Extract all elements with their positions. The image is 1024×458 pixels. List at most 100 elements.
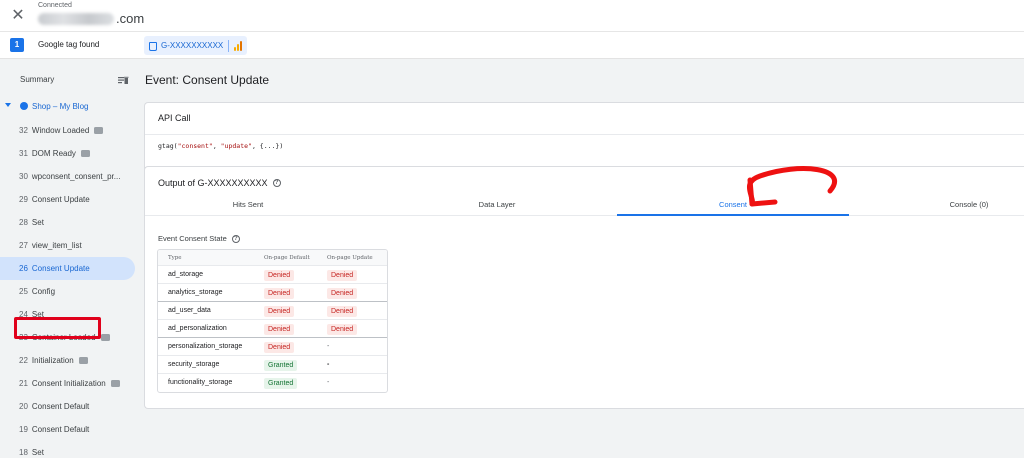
event-label: DOM Ready [31,149,76,158]
summary-row[interactable]: Summary [0,72,135,88]
event-title: Event: Consent Update [145,73,270,87]
consent-type: analytics_storage [168,289,223,296]
tag-id: G-XXXXXXXXXX [161,41,224,50]
container-label: Shop – My Blog [32,102,89,111]
table-cell: - [327,356,329,374]
sidebar-event-item[interactable]: 22 Initialization [0,349,135,372]
event-number: 31 [19,149,28,158]
event-label: Consent Default [31,402,90,411]
output-title: Output of G-XXXXXXXXXX ? [158,178,281,188]
event-label: Consent Update [31,195,90,204]
analytics-icon [234,40,243,51]
consent-status-pill: Granted [264,377,298,389]
tag-fired-badge [80,150,90,157]
event-number: 19 [19,425,28,434]
tag-bag-icon [149,42,157,51]
output-tabs: Hits Sent Data Layer Consent Console (0) [145,194,1024,216]
table-cell: - [327,338,329,356]
event-label: Set [31,218,44,227]
api-call-code: gtag("consent", "update", {...}) [158,142,284,150]
tag-fired-badge [100,334,110,341]
event-number: 18 [19,448,28,457]
table-row: personalization_storage Denied - [158,338,387,356]
sidebar-event-item[interactable]: 31 DOM Ready [0,142,135,165]
tag-fired-badge [78,357,88,364]
tab-hits-sent[interactable]: Hits Sent [145,194,351,216]
sidebar-event-item[interactable]: 27 view_item_list [0,234,135,257]
tag-found-label: Google tag found [38,40,100,49]
event-number: 29 [19,195,28,204]
sidebar-event-item[interactable]: 26 Consent Update [0,257,135,280]
event-list: 32 Window Loaded 31 DOM Ready 30 wpconsent_co… [0,119,135,458]
consent-state-label: Event Consent State ? [158,234,240,243]
consent-type: ad_personalization [168,325,227,332]
consent-status-pill: Denied [327,305,358,317]
tab-data-layer[interactable]: Data Layer [381,194,613,216]
event-number: 23 [19,333,28,342]
sidebar-event-item[interactable]: 24 Set [0,303,135,326]
divider [145,134,1024,135]
close-icon[interactable]: ✕ [8,6,28,26]
event-number: 22 [19,356,28,365]
event-label: Container Loaded [31,333,96,342]
column-header: On-page Update [327,255,373,261]
help-icon[interactable]: ? [272,179,281,187]
caret-down-icon[interactable] [5,103,11,107]
table-cell: Denied [327,320,358,339]
event-label: Consent Initialization [31,379,106,388]
consent-status-pill: Denied [264,269,295,281]
consent-type: functionality_storage [168,379,233,386]
consent-status-pill: Denied [327,323,358,335]
globe-icon [20,102,28,110]
consent-status-pill: Granted [264,359,298,371]
event-number: 32 [19,126,28,135]
domain-suffix: .com [116,11,145,26]
sidebar: Summary Shop – My Blog 32 Window Loaded 31… [0,59,135,458]
main-panel: Event: Consent Update API Call gtag("con… [135,59,1024,458]
event-label: Window Loaded [31,126,90,135]
event-label: Consent Update [31,264,90,273]
sidebar-event-item[interactable]: 29 Consent Update [0,188,135,211]
table-cell: - [327,374,329,392]
help-icon[interactable]: ? [231,234,240,243]
table-row: analytics_storage Denied Denied [158,284,387,302]
consent-type: personalization_storage [168,343,243,350]
event-number: 28 [19,218,28,227]
sidebar-event-item[interactable]: 25 Config [0,280,135,303]
sidebar-event-item[interactable]: 21 Consent Initialization [0,372,135,395]
event-label: wpconsent_consent_pr... [31,172,121,181]
tab-console-0[interactable]: Console (0) [849,194,1024,216]
tag-fired-badge [110,380,120,387]
tag-fired-badge [94,127,104,134]
tag-count-badge: 1 [10,38,24,52]
clear-list-icon[interactable] [117,74,129,86]
event-number: 27 [19,241,28,250]
sidebar-event-item[interactable]: 20 Consent Default [0,395,135,418]
table-cell: Denied [264,284,295,303]
empty-value: - [327,379,330,386]
sidebar-event-item[interactable]: 32 Window Loaded [0,119,135,142]
table-cell: Granted [264,356,298,375]
event-number: 20 [19,402,28,411]
table-cell: Denied [327,266,358,285]
table-row: ad_personalization Denied Denied [158,320,387,338]
container-row[interactable]: Shop – My Blog [0,100,135,114]
sidebar-event-item[interactable]: 19 Consent Default [0,418,135,441]
sidebar-event-item[interactable]: 28 Set [0,211,135,234]
consent-status-pill: Denied [264,287,295,299]
event-number: 21 [19,379,28,388]
consent-type: security_storage [168,361,220,368]
event-label: Config [31,287,56,296]
event-number: 30 [19,172,28,181]
tab-consent[interactable]: Consent [617,194,849,216]
sidebar-event-item[interactable]: 18 Set [0,441,135,458]
table-row: security_storage Granted - [158,356,387,374]
table-cell: Denied [264,338,295,357]
connected-domain: .com [38,11,144,26]
sidebar-event-item[interactable]: 23 Container Loaded [0,326,135,349]
sidebar-event-item[interactable]: 30 wpconsent_consent_pr... [0,165,135,188]
table-cell: Denied [264,302,295,321]
table-cell: Granted [264,374,298,392]
tag-chip[interactable]: G-XXXXXXXXXX [144,36,248,55]
column-header: Type [168,255,182,261]
